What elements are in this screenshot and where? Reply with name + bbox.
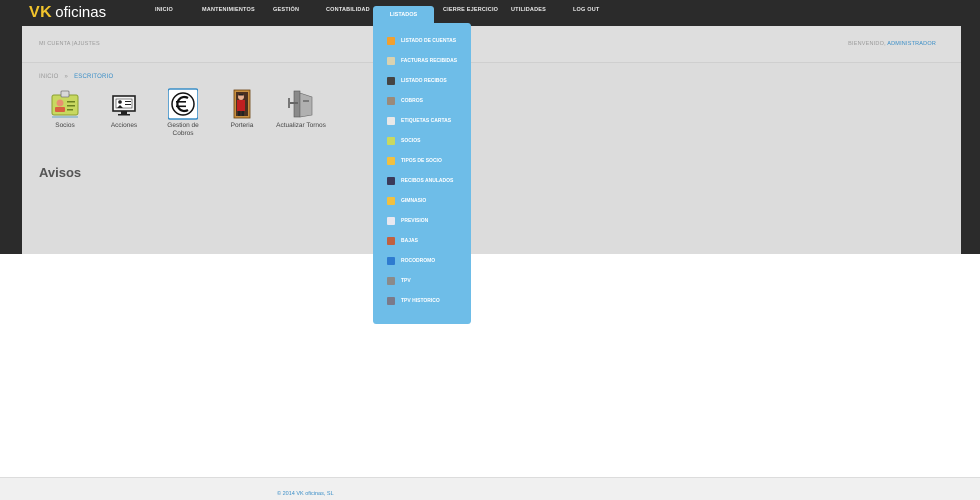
menu-item-gimnasio[interactable]: GIMNASIO xyxy=(387,196,471,206)
leave-icon xyxy=(387,237,395,245)
account-bar: MI CUENTA |AJUSTES BIENVENIDO, ADMINISTR… xyxy=(22,26,961,63)
menu-item-listado-cuentas[interactable]: LISTADO DE CUENTAS xyxy=(387,36,471,46)
logo-vk: VK xyxy=(29,4,53,21)
menu-item-label: ETIQUETAS CARTAS xyxy=(401,118,452,124)
shortcut-label: Socios xyxy=(55,122,75,129)
menu-item-tipos-socio[interactable]: TIPOS DE SOCIO xyxy=(387,156,471,166)
welcome-label: BIENVENIDO, xyxy=(848,41,886,47)
forecast-icon xyxy=(387,217,395,225)
invoice-icon xyxy=(387,57,395,65)
euro-icon xyxy=(167,88,199,120)
menu-item-label: FACTURAS RECIBIDAS xyxy=(401,58,458,64)
cancelled-receipt-icon xyxy=(387,177,395,185)
nav-cierre-ejercicio[interactable]: CIERRE EJERCICIO xyxy=(443,7,498,13)
pos-history-icon xyxy=(387,297,395,305)
top-navbar xyxy=(0,0,980,26)
shortcut-label: Acciones xyxy=(110,122,138,129)
menu-item-facturas-recibidas[interactable]: FACTURAS RECIBIDAS xyxy=(387,56,471,66)
nav-gestion[interactable]: GESTIÓN xyxy=(273,7,299,13)
nav-logout[interactable]: LOG OUT xyxy=(573,7,599,13)
coins-icon xyxy=(387,97,395,105)
menu-item-label: LISTADO RECIBOS xyxy=(401,78,447,84)
breadcrumb: INICIO » ESCRITORIO xyxy=(39,74,113,80)
nav-utilidades[interactable]: UTILIDADES xyxy=(511,7,546,13)
menu-item-label: GIMNASIO xyxy=(401,198,427,204)
menu-item-socios[interactable]: SOCIOS xyxy=(387,136,471,146)
menu-item-tpv[interactable]: TPV xyxy=(387,276,471,286)
breadcrumb-home[interactable]: INICIO xyxy=(39,74,59,80)
pos-terminal-icon xyxy=(387,277,395,285)
climbing-icon xyxy=(387,257,395,265)
menu-item-label: LISTADO DE CUENTAS xyxy=(401,38,457,44)
user-name-link[interactable]: ADMINISTRADOR xyxy=(887,41,936,47)
menu-item-label: RECIBOS ANULADOS xyxy=(401,178,454,184)
menu-item-bajas[interactable]: BAJAS xyxy=(387,236,471,246)
app-logo[interactable]: VK oficinas xyxy=(29,4,106,22)
shortcut-porteria[interactable]: Porteria xyxy=(217,88,267,130)
shortcut-gestion-cobros[interactable]: Gestion de Cobros xyxy=(158,88,208,137)
logo-name: oficinas xyxy=(55,4,107,21)
member-card-icon xyxy=(387,137,395,145)
menu-item-label: BAJAS xyxy=(401,238,418,244)
menu-item-prevision[interactable]: PREVISION xyxy=(387,216,471,226)
menu-item-label: TPV HISTORICO xyxy=(401,298,440,304)
shortcut-actualizar-tornos[interactable]: Actualizar Tornos xyxy=(276,88,326,130)
receipt-icon xyxy=(387,77,395,85)
menu-item-label: SOCIOS xyxy=(401,138,421,144)
section-title: Avisos xyxy=(39,165,82,180)
breadcrumb-separator: » xyxy=(64,74,69,80)
menu-item-label: TIPOS DE SOCIO xyxy=(401,158,442,164)
doorman-icon xyxy=(227,88,257,120)
shortcut-label: Gestion de Cobros xyxy=(167,122,199,137)
welcome-text: BIENVENIDO, ADMINISTRADOR xyxy=(848,41,936,47)
main-panel: MI CUENTA |AJUSTES BIENVENIDO, ADMINISTR… xyxy=(22,26,961,254)
breadcrumb-current: ESCRITORIO xyxy=(74,74,114,80)
menu-item-label: COBROS xyxy=(401,98,423,104)
menu-item-label: ROCODROMO xyxy=(401,258,436,264)
menu-item-label: TPV xyxy=(401,278,411,284)
listados-dropdown: LISTADO DE CUENTAS FACTURAS RECIBIDAS LI… xyxy=(373,23,471,324)
menu-item-cobros[interactable]: COBROS xyxy=(387,96,471,106)
nav-inicio[interactable]: INICIO xyxy=(155,7,173,13)
presentation-icon xyxy=(109,88,139,120)
member-card-icon xyxy=(50,88,80,120)
nav-contabilidad[interactable]: CONTABILIDAD xyxy=(326,7,370,13)
nav-listados[interactable]: LISTADOS xyxy=(373,6,434,23)
footer: © 2014 VK oficinas, SL xyxy=(0,477,980,500)
menu-item-rocodromo[interactable]: ROCODROMO xyxy=(387,256,471,266)
nav-listados-label: LISTADOS xyxy=(389,12,418,18)
account-settings-link[interactable]: MI CUENTA |AJUSTES xyxy=(39,41,100,47)
label-icon xyxy=(387,117,395,125)
menu-item-label: PREVISION xyxy=(401,218,429,224)
shortcut-label: Actualizar Tornos xyxy=(276,122,326,129)
menu-item-tpv-historico[interactable]: TPV HISTORICO xyxy=(387,296,471,306)
shortcut-socios[interactable]: Socios xyxy=(40,88,90,130)
gym-icon xyxy=(387,197,395,205)
menu-item-listado-recibos[interactable]: LISTADO RECIBOS xyxy=(387,76,471,86)
footer-copyright: © 2014 VK oficinas, SL xyxy=(277,491,334,497)
pencil-icon xyxy=(387,37,395,45)
turnstile-icon xyxy=(286,88,316,120)
nav-mantenimientos[interactable]: MANTENIMIENTOS xyxy=(202,7,255,13)
menu-item-etiquetas-cartas[interactable]: ETIQUETAS CARTAS xyxy=(387,116,471,126)
shortcut-acciones[interactable]: Acciones xyxy=(99,88,149,130)
menu-item-recibos-anulados[interactable]: RECIBOS ANULADOS xyxy=(387,176,471,186)
shortcut-label: Porteria xyxy=(230,122,254,129)
member-types-icon xyxy=(387,157,395,165)
